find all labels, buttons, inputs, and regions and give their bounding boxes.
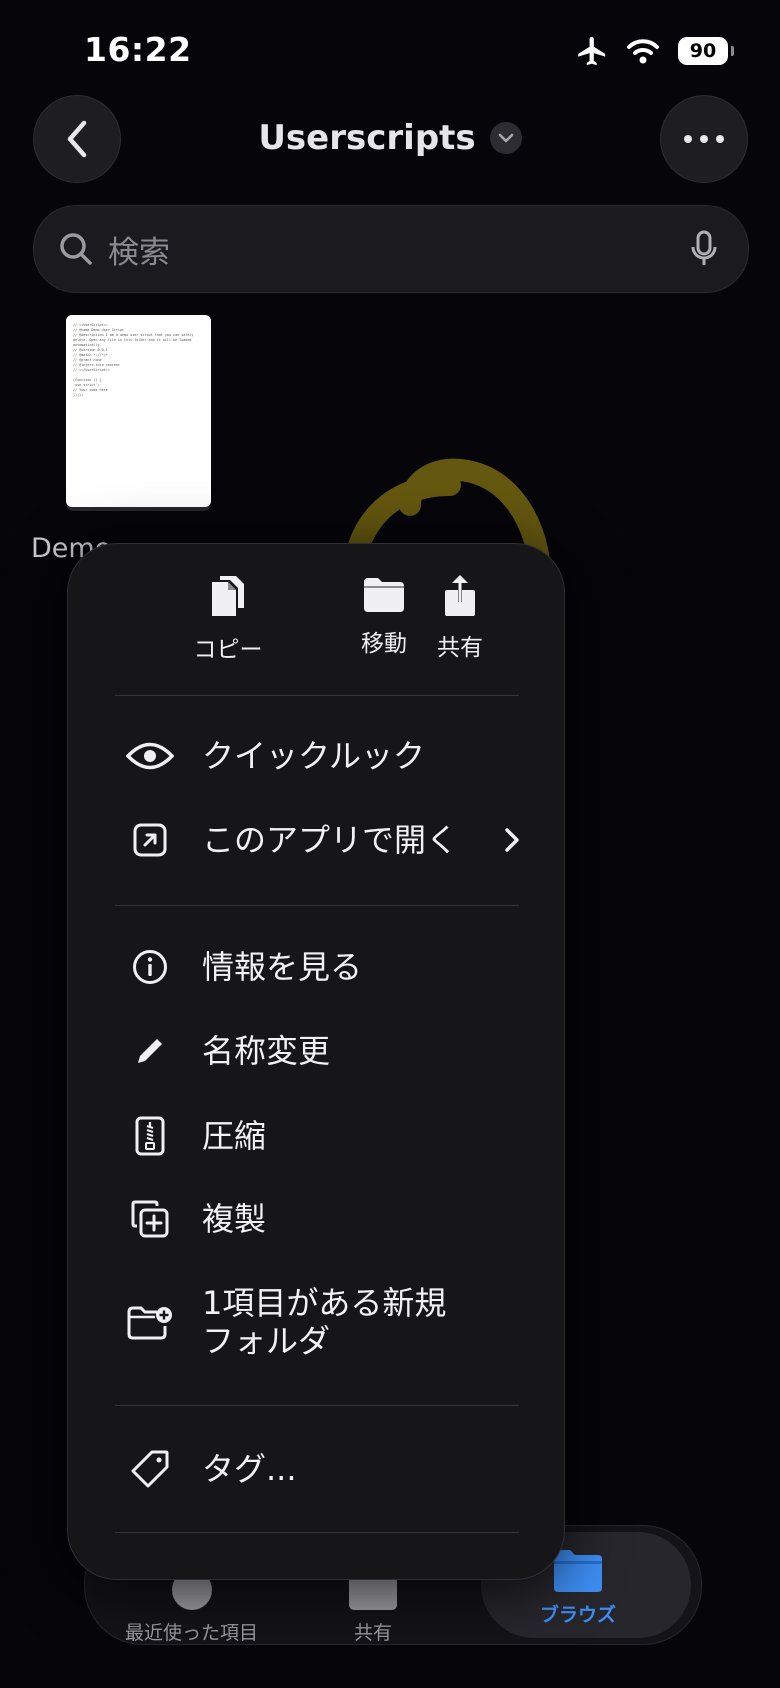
rename-label: 名称変更 bbox=[202, 1032, 331, 1070]
pencil-icon bbox=[118, 1035, 182, 1067]
tab-browse-label: ブラウズ bbox=[540, 1604, 617, 1626]
menu-divider bbox=[115, 695, 519, 696]
info-icon bbox=[118, 949, 182, 985]
duplicate-icon bbox=[118, 1200, 182, 1238]
file-thumbnail[interactable]: // ==UserScript==// @name Demo User Scri… bbox=[66, 315, 211, 507]
share-label: 共有 bbox=[437, 635, 483, 661]
search-placeholder: 検索 bbox=[108, 234, 170, 271]
new-folder-label-line2: フォルダ bbox=[202, 1322, 331, 1360]
duplicate-label: 複製 bbox=[202, 1200, 267, 1238]
tab-recents-label: 最近使った項目 bbox=[125, 1622, 259, 1644]
search-icon bbox=[60, 233, 92, 265]
menu-divider bbox=[115, 1405, 519, 1406]
more-options-button[interactable] bbox=[660, 95, 748, 183]
menu-divider bbox=[115, 1532, 519, 1533]
quick-look-item[interactable]: クイックルック bbox=[68, 737, 564, 775]
copy-action[interactable]: コピー bbox=[148, 574, 308, 664]
airplane-icon bbox=[578, 36, 606, 66]
wifi-icon bbox=[627, 39, 659, 64]
tags-label: タグ... bbox=[202, 1450, 297, 1488]
archive-icon bbox=[118, 1116, 182, 1156]
get-info-label: 情報を見る bbox=[202, 948, 363, 986]
chevron-down-icon bbox=[489, 122, 522, 154]
copy-icon bbox=[212, 576, 244, 616]
new-folder-label-line1: 1項目がある新規 bbox=[202, 1284, 447, 1322]
compress-label: 圧縮 bbox=[202, 1117, 267, 1155]
file-preview-text: // ==UserScript==// @name Demo User Scri… bbox=[66, 315, 211, 406]
battery-indicator: 90 bbox=[678, 37, 734, 65]
folder-title-text: Userscripts bbox=[258, 118, 476, 158]
status-icons: 90 bbox=[574, 34, 734, 68]
chevron-right-icon bbox=[505, 828, 519, 852]
folder-add-icon bbox=[118, 1304, 182, 1340]
rename-item[interactable]: 名称変更 bbox=[68, 1032, 564, 1070]
new-folder-item[interactable]: 1項目がある新規 フォルダ bbox=[68, 1284, 564, 1360]
tag-icon bbox=[118, 1449, 182, 1489]
duplicate-item[interactable]: 複製 bbox=[68, 1200, 564, 1238]
quick-look-label: クイックルック bbox=[202, 737, 426, 775]
context-menu: コピー 移動 共有 クイックルック このアプリで開く 情報を見る 名称変更 圧縮… bbox=[67, 543, 565, 1580]
menu-divider bbox=[115, 905, 519, 906]
search-field[interactable]: 検索 bbox=[33, 205, 749, 293]
share-icon bbox=[445, 575, 475, 616]
status-time: 16:22 bbox=[84, 30, 192, 69]
copy-label: コピー bbox=[193, 637, 263, 663]
tab-shared-label: 共有 bbox=[353, 1622, 392, 1644]
eye-icon bbox=[118, 741, 182, 771]
microphone-icon[interactable] bbox=[690, 230, 718, 268]
open-external-icon bbox=[118, 823, 182, 857]
ellipsis-icon bbox=[684, 135, 724, 143]
file-preview-line: })(); bbox=[73, 393, 84, 397]
open-in-app-item[interactable]: このアプリで開く bbox=[68, 821, 564, 859]
open-in-app-label: このアプリで開く bbox=[202, 821, 459, 859]
share-action[interactable]: 共有 bbox=[380, 574, 540, 662]
compress-item[interactable]: 圧縮 bbox=[68, 1116, 564, 1156]
new-folder-label: 1項目がある新規 フォルダ bbox=[202, 1284, 446, 1360]
tags-item[interactable]: タグ... bbox=[68, 1449, 564, 1489]
battery-level: 90 bbox=[689, 40, 717, 62]
get-info-item[interactable]: 情報を見る bbox=[68, 948, 564, 986]
